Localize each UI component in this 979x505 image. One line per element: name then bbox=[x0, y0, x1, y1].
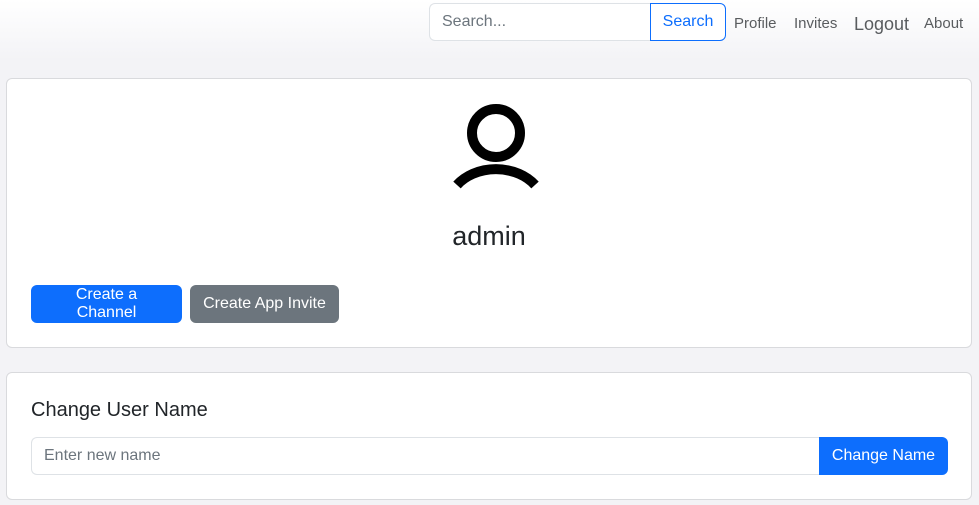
nav-link-profile[interactable]: Profile bbox=[734, 15, 777, 32]
change-name-title: Change User Name bbox=[31, 399, 208, 421]
create-app-invite-button[interactable]: Create App Invite bbox=[190, 285, 339, 323]
profile-card: admin Create a Channel Create App Invite bbox=[6, 78, 972, 348]
change-name-form: Change Name bbox=[31, 437, 948, 475]
search-form: Search bbox=[429, 3, 726, 41]
nav-link-invites[interactable]: Invites bbox=[794, 15, 837, 32]
create-channel-button[interactable]: Create a Channel bbox=[31, 285, 182, 323]
user-icon bbox=[453, 104, 539, 189]
top-navbar: Search Profile Invites Logout About bbox=[0, 0, 979, 60]
search-input[interactable] bbox=[429, 3, 650, 41]
search-button[interactable]: Search bbox=[650, 3, 726, 41]
change-name-card: Change User Name Change Name bbox=[6, 372, 972, 500]
profile-username: admin bbox=[452, 221, 526, 251]
nav-link-logout[interactable]: Logout bbox=[854, 14, 909, 35]
new-name-input[interactable] bbox=[31, 437, 819, 475]
change-name-button[interactable]: Change Name bbox=[819, 437, 948, 475]
nav-link-about[interactable]: About bbox=[924, 15, 963, 32]
